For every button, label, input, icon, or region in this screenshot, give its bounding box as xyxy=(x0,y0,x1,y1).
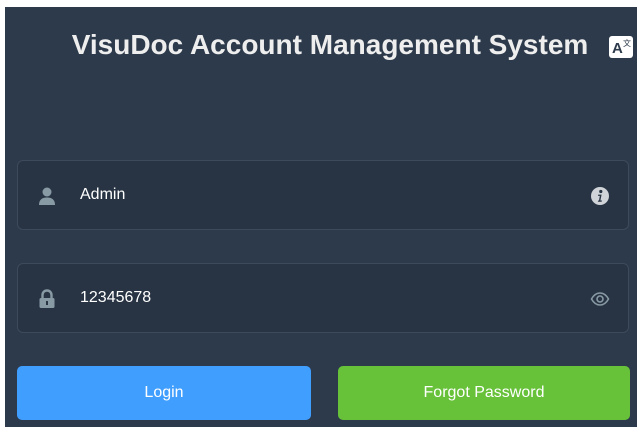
username-field xyxy=(17,160,629,230)
page-title: VisuDoc Account Management System xyxy=(71,29,589,60)
svg-text:A: A xyxy=(612,40,623,57)
password-field xyxy=(17,263,629,333)
bottom-strip xyxy=(0,427,637,435)
eye-icon[interactable] xyxy=(590,289,610,309)
forgot-password-button[interactable]: Forgot Password xyxy=(338,366,630,420)
password-input[interactable] xyxy=(80,280,550,316)
login-panel: VisuDoc Account Management System A 文 Ad… xyxy=(5,7,637,427)
svg-text:文: 文 xyxy=(623,38,631,48)
user-icon xyxy=(38,186,56,206)
info-icon[interactable] xyxy=(590,186,610,206)
lock-icon xyxy=(38,289,56,309)
translate-icon[interactable]: A 文 xyxy=(609,36,633,58)
login-button[interactable]: Login xyxy=(17,366,311,420)
username-input[interactable] xyxy=(80,177,550,213)
